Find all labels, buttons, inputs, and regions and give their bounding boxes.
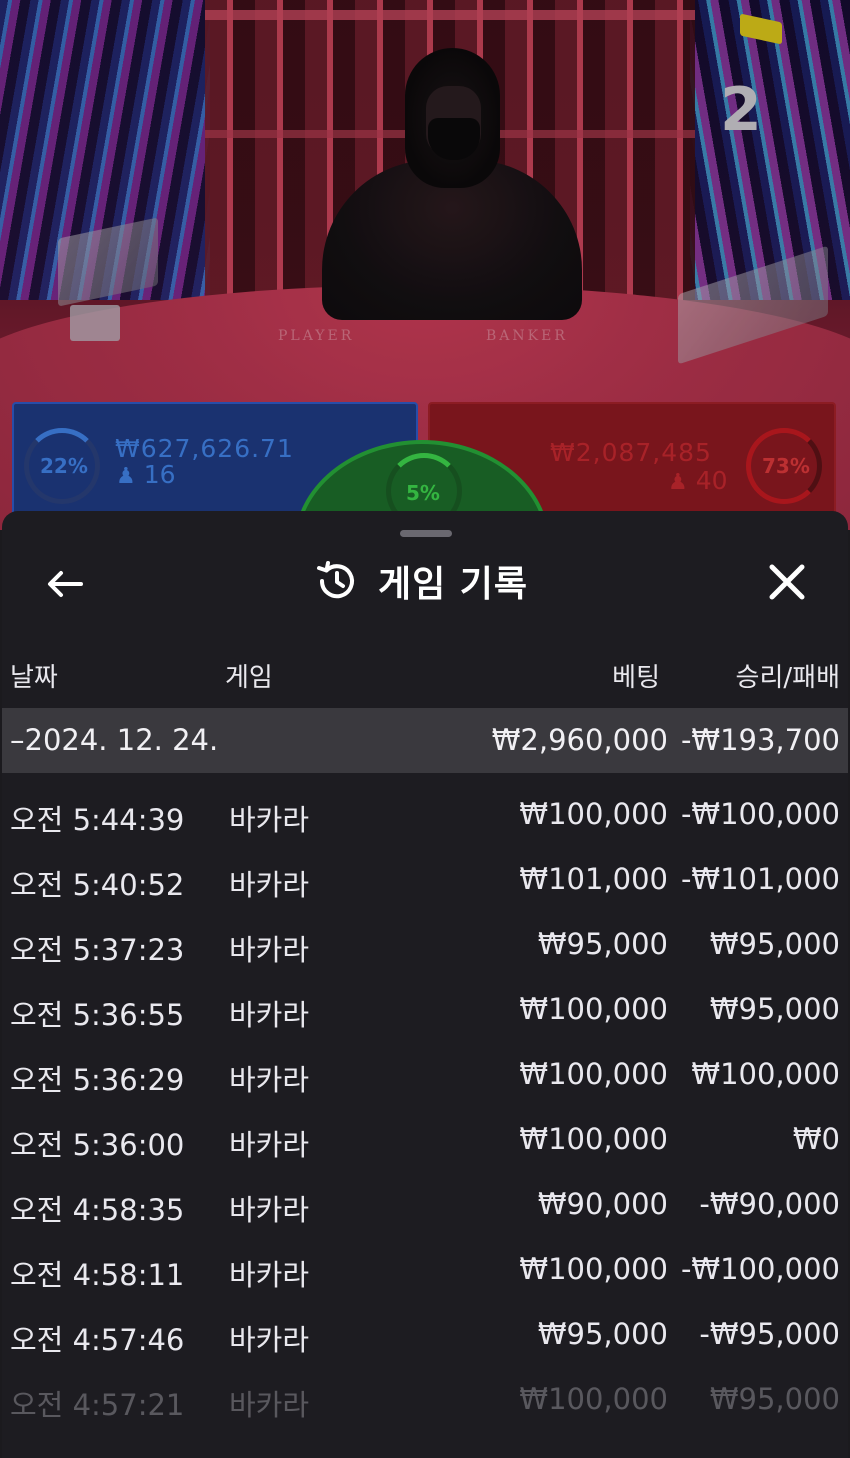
row-game: 바카라 <box>229 1388 310 1422</box>
date-group-bet-total: ₩2,960,000 <box>491 723 668 757</box>
row-game: 바카라 <box>229 1323 310 1357</box>
row-result: -₩90,000 <box>699 1187 840 1221</box>
history-row[interactable]: 오전 4:58:35 바카라 ₩90,000 -₩90,000 <box>2 1171 848 1236</box>
row-game: 바카라 <box>229 868 310 902</box>
date-group-result-total: -₩193,700 <box>680 723 840 757</box>
row-time: 오전 5:44:39 <box>10 803 185 837</box>
row-bet: ₩95,000 <box>537 1317 668 1351</box>
game-history-sheet: 게임 기록 날짜 게임 베팅 승리/패배 –2024. 12. 24. ₩2,9… <box>2 511 848 1458</box>
row-result: -₩101,000 <box>680 862 840 896</box>
history-row[interactable]: 오전 4:58:11 바카라 ₩100,000 -₩100,000 <box>2 1236 848 1301</box>
arrow-left-icon <box>48 570 83 597</box>
row-bet: ₩100,000 <box>519 1252 668 1286</box>
close-button[interactable] <box>760 558 814 606</box>
history-icon <box>314 559 358 603</box>
row-time: 오전 5:36:55 <box>10 998 185 1032</box>
row-game: 바카라 <box>229 1128 310 1162</box>
history-row[interactable]: 오전 5:44:39 바카라 ₩100,000 -₩100,000 <box>2 781 848 846</box>
row-game: 바카라 <box>229 1193 310 1227</box>
back-button[interactable] <box>40 561 90 606</box>
row-game: 바카라 <box>229 1258 310 1292</box>
drag-handle[interactable] <box>400 530 452 537</box>
row-bet: ₩90,000 <box>537 1187 668 1221</box>
row-time: 오전 4:57:21 <box>10 1388 185 1422</box>
history-row[interactable]: 오전 5:36:29 바카라 ₩100,000 ₩100,000 <box>2 1041 848 1106</box>
row-time: 오전 5:40:52 <box>10 868 185 902</box>
row-result: ₩95,000 <box>709 1382 840 1416</box>
row-time: 오전 5:36:00 <box>10 1128 185 1162</box>
row-game: 바카라 <box>229 933 310 967</box>
row-bet: ₩100,000 <box>519 797 668 831</box>
history-row[interactable]: 오전 4:57:21 바카라 ₩100,000 ₩95,000 <box>2 1366 848 1431</box>
row-time: 오전 4:58:35 <box>10 1193 185 1227</box>
row-game: 바카라 <box>229 998 310 1032</box>
video-overlay <box>0 0 850 530</box>
live-video: PLAYER BANKER 2 22% ₩627,626.71 ♟ 16 73%… <box>0 0 850 530</box>
history-row[interactable]: 오전 5:36:00 바카라 ₩100,000 ₩0 <box>2 1106 848 1171</box>
row-result: ₩95,000 <box>709 992 840 1026</box>
row-time: 오전 4:57:46 <box>10 1323 185 1357</box>
row-result: ₩0 <box>792 1122 840 1156</box>
row-time: 오전 4:58:11 <box>10 1258 185 1292</box>
sheet-title: 게임 기록 <box>378 564 529 605</box>
column-header-game[interactable]: 게임 <box>225 657 273 694</box>
column-header-date[interactable]: 날짜 <box>10 657 58 694</box>
history-row[interactable]: 오전 4:57:46 바카라 ₩95,000 -₩95,000 <box>2 1301 848 1366</box>
close-icon <box>769 564 805 600</box>
history-row[interactable]: 오전 5:40:52 바카라 ₩101,000 -₩101,000 <box>2 846 848 911</box>
row-result: ₩95,000 <box>709 927 840 961</box>
date-group-row[interactable]: –2024. 12. 24. ₩2,960,000 -₩193,700 <box>2 708 848 773</box>
history-row[interactable]: 오전 5:37:23 바카라 ₩95,000 ₩95,000 <box>2 911 848 976</box>
row-bet: ₩95,000 <box>537 927 668 961</box>
row-time: 오전 5:37:23 <box>10 933 185 967</box>
row-result: -₩95,000 <box>699 1317 840 1351</box>
row-game: 바카라 <box>229 803 310 837</box>
sheet-header: 게임 기록 <box>314 555 528 607</box>
row-result: -₩100,000 <box>680 1252 840 1286</box>
row-bet: ₩100,000 <box>519 992 668 1026</box>
row-bet: ₩100,000 <box>519 1382 668 1416</box>
row-time: 오전 5:36:29 <box>10 1063 185 1097</box>
row-bet: ₩101,000 <box>519 862 668 896</box>
row-result: ₩100,000 <box>691 1057 840 1091</box>
history-row[interactable]: 오전 5:36:55 바카라 ₩100,000 ₩95,000 <box>2 976 848 1041</box>
row-bet: ₩100,000 <box>519 1057 668 1091</box>
column-header-result[interactable]: 승리/패배 <box>736 657 840 694</box>
row-game: 바카라 <box>229 1063 310 1097</box>
row-bet: ₩100,000 <box>519 1122 668 1156</box>
date-group-label: –2024. 12. 24. <box>10 723 219 757</box>
row-result: -₩100,000 <box>680 797 840 831</box>
column-header-bet[interactable]: 베팅 <box>612 657 660 694</box>
